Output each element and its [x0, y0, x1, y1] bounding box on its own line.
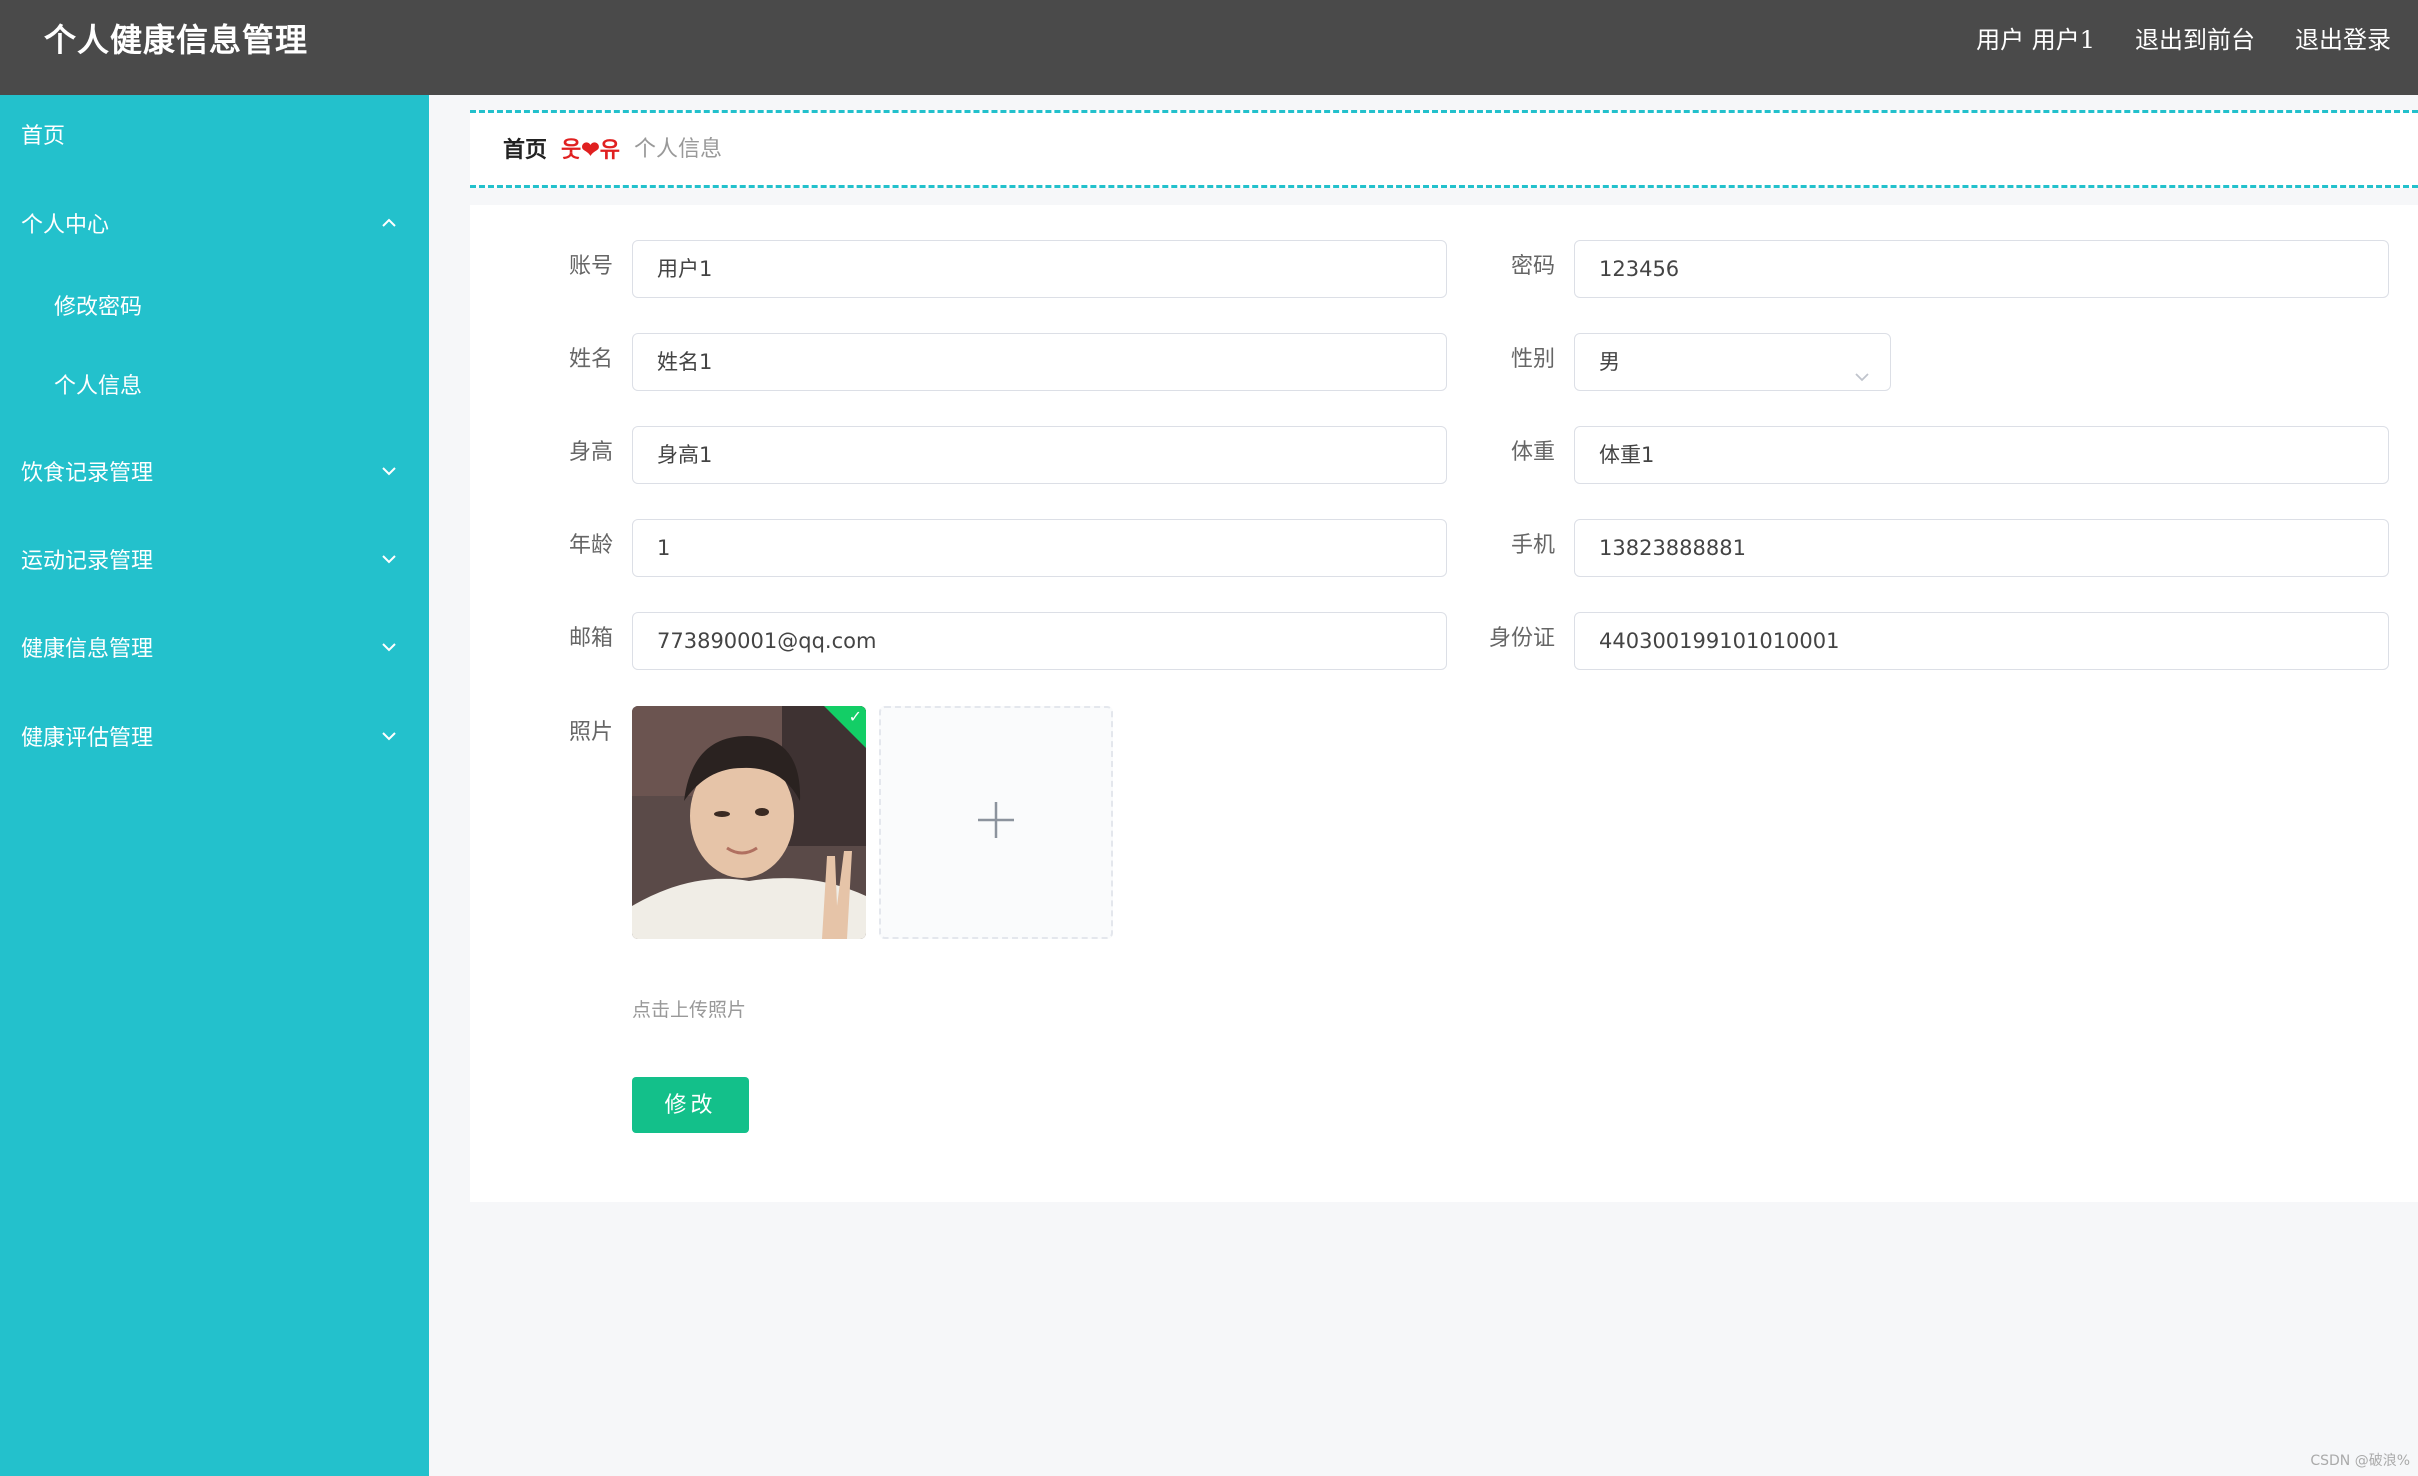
sidebar: 首页 个人中心 修改密码 个人信息 饮食记录管理 运动记录管理 健康信息管理 健… [0, 95, 429, 1476]
id-card-field[interactable]: 440300199101010001 [1574, 612, 2389, 670]
sidebar-item-personal-info[interactable]: 个人信息 [54, 372, 142, 402]
account-field[interactable]: 用户1 [632, 240, 1447, 298]
watermark: CSDN @破浪% [2310, 1453, 2410, 1469]
account-label: 账号 [568, 254, 613, 279]
chevron-down-icon[interactable] [378, 636, 400, 658]
upload-photo-button[interactable] [879, 706, 1113, 939]
app-title: 个人健康信息管理 [44, 21, 309, 59]
top-header: 个人健康信息管理 用户 用户1 退出到前台 退出登录 [0, 0, 2418, 95]
exit-to-front-link[interactable]: 退出到前台 [2135, 20, 2255, 60]
gender-label: 性别 [1510, 347, 1555, 372]
phone-label: 手机 [1510, 533, 1555, 558]
sidebar-item-diet-records[interactable]: 饮食记录管理 [21, 459, 153, 489]
password-label: 密码 [1510, 254, 1555, 279]
breadcrumb-current: 个人信息 [633, 137, 722, 162]
password-field[interactable]: 123456 [1574, 240, 2389, 298]
height-field[interactable]: 身高1 [632, 426, 1447, 484]
sidebar-item-change-password[interactable]: 修改密码 [54, 293, 142, 323]
breadcrumb-separator: 웃❤유 [561, 137, 620, 163]
gender-select-value: 男 [1599, 350, 1620, 374]
uploaded-photo[interactable]: ✓ [632, 706, 866, 939]
weight-field[interactable]: 体重1 [1574, 426, 2389, 484]
photo-label: 照片 [568, 720, 613, 745]
upload-hint: 点击上传照片 [632, 999, 747, 1021]
modify-button[interactable]: 修改 [632, 1077, 749, 1133]
phone-field[interactable]: 13823888881 [1574, 519, 2389, 577]
check-icon: ✓ [848, 707, 862, 726]
weight-label: 体重 [1510, 440, 1555, 465]
chevron-down-icon[interactable] [378, 548, 400, 570]
sidebar-item-home[interactable]: 首页 [21, 122, 65, 152]
chevron-down-icon[interactable] [378, 460, 400, 482]
name-label: 姓名 [568, 347, 613, 372]
name-field[interactable]: 姓名1 [632, 333, 1447, 391]
chevron-up-icon[interactable] [378, 212, 400, 234]
id-card-label: 身份证 [1488, 626, 1555, 651]
age-label: 年龄 [568, 533, 613, 558]
chevron-down-icon [1852, 352, 1872, 382]
email-field[interactable]: 773890001@qq.com [632, 612, 1447, 670]
sidebar-item-exercise-records[interactable]: 运动记录管理 [21, 547, 153, 577]
sidebar-item-health-info[interactable]: 健康信息管理 [21, 635, 153, 665]
sidebar-item-health-assessment[interactable]: 健康评估管理 [21, 724, 153, 754]
plus-icon [978, 802, 1014, 838]
sidebar-item-personal-center[interactable]: 个人中心 [21, 211, 109, 241]
email-label: 邮箱 [568, 626, 613, 651]
breadcrumb-bar: 首页 웃❤유 个人信息 [470, 110, 2418, 188]
breadcrumb: 首页 웃❤유 个人信息 [503, 135, 722, 165]
current-user-label: 用户 用户1 [1976, 26, 2095, 54]
age-field[interactable]: 1 [632, 519, 1447, 577]
breadcrumb-home[interactable]: 首页 [503, 135, 547, 165]
logout-link[interactable]: 退出登录 [2295, 20, 2391, 60]
header-actions: 用户 用户1 退出到前台 退出登录 [1976, 20, 2391, 60]
gender-select[interactable]: 男 [1574, 333, 1891, 391]
chevron-down-icon[interactable] [378, 725, 400, 747]
height-label: 身高 [568, 440, 613, 465]
